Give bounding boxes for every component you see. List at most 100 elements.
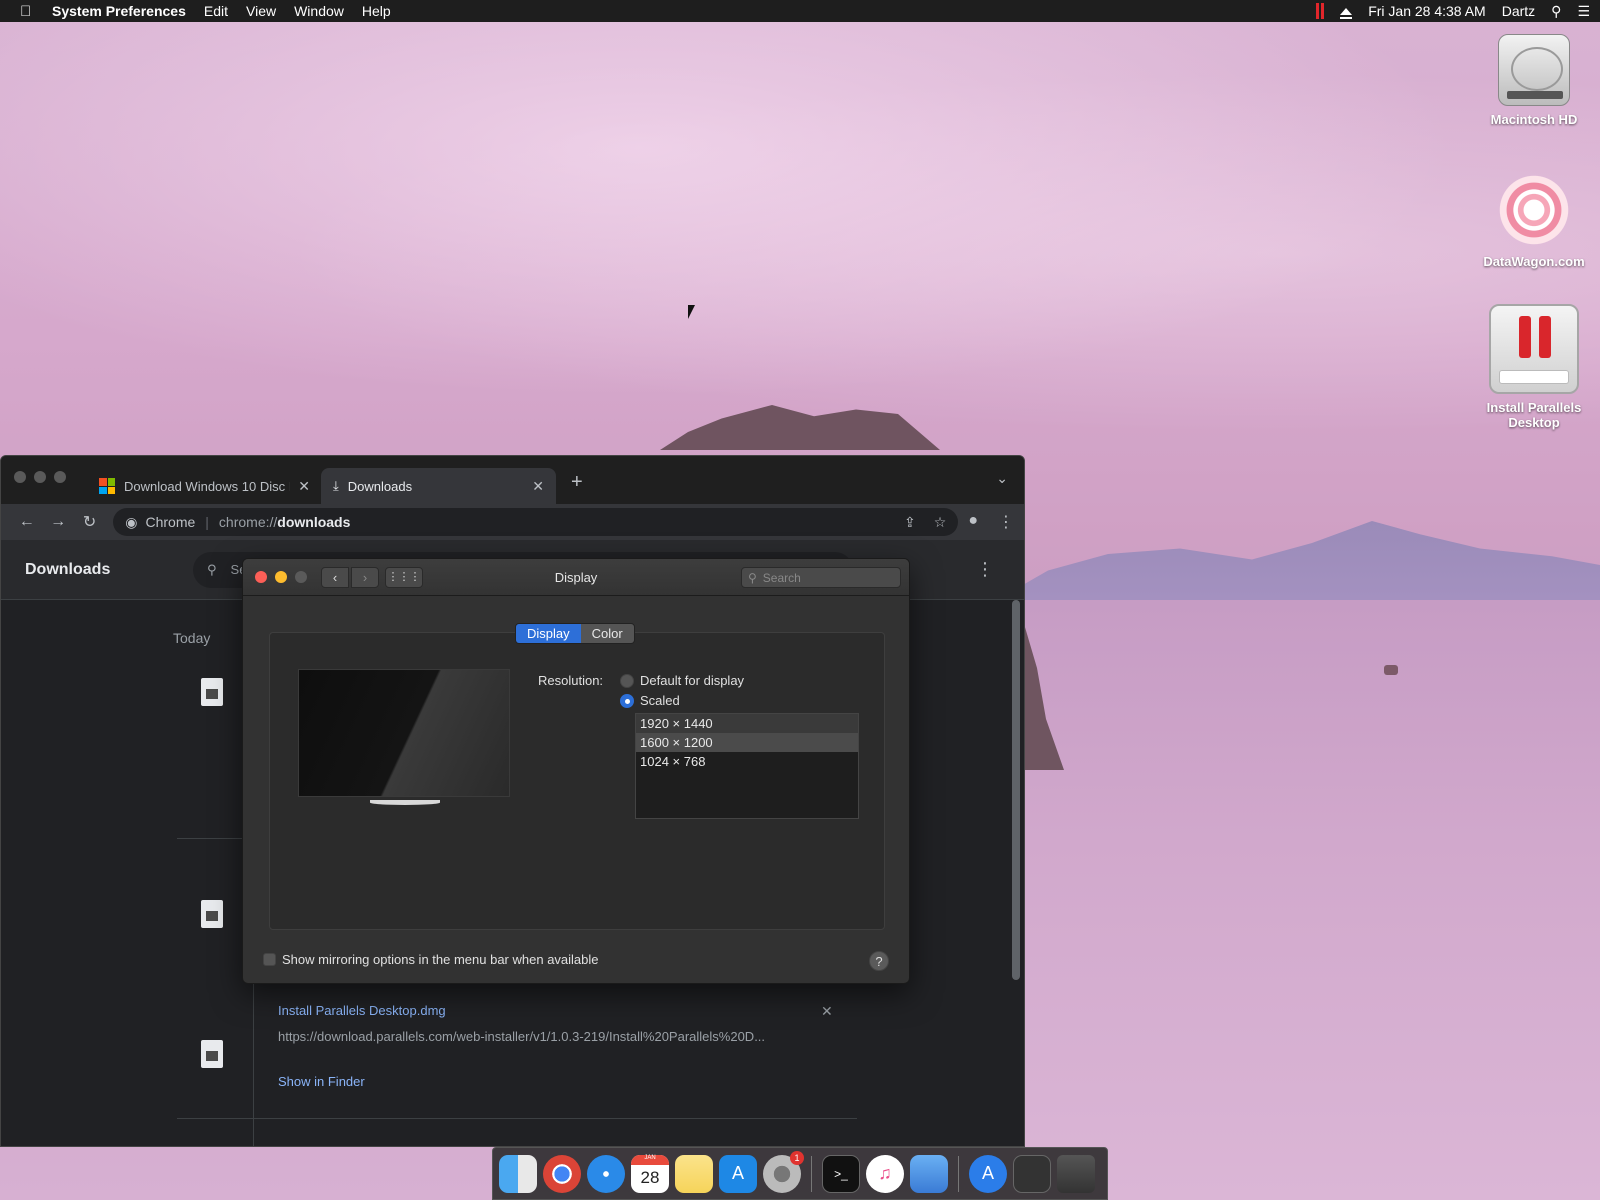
menu-view[interactable]: View [246, 3, 276, 19]
radio-default-for-display[interactable]: Default for display [620, 673, 744, 688]
prefs-search-input[interactable]: ⚲ Search [741, 567, 901, 588]
radio-button[interactable] [620, 673, 634, 688]
back-arrow-icon[interactable]: ← [11, 513, 42, 531]
resolution-option[interactable]: 1024 × 768 [636, 752, 858, 771]
file-icon [201, 1040, 223, 1068]
share-icon[interactable]: ⇪ [904, 514, 916, 531]
chrome-menu-kebab-icon[interactable]: ⋮ [998, 512, 1014, 532]
forward-chevron-icon[interactable]: › [351, 567, 379, 588]
parallels-disk-icon [1489, 304, 1579, 394]
chrome-window-controls [14, 471, 66, 483]
chrome-icon[interactable] [543, 1154, 581, 1193]
desktop-icon-label: DataWagon.com [1483, 254, 1585, 269]
resolution-option[interactable]: 1600 × 1200 [636, 733, 858, 752]
remove-download-icon[interactable]: ✕ [821, 1003, 833, 1020]
menu-bar:  System Preferences Edit View Window He… [0, 0, 1600, 22]
prefs-window-controls [255, 571, 307, 583]
menu-clock[interactable]: Fri Jan 28 4:38 AM [1368, 3, 1486, 19]
menu-user[interactable]: Dartz [1502, 3, 1535, 19]
resolution-option[interactable]: 1920 × 1440 [636, 714, 858, 733]
desktop-boat [1384, 665, 1398, 675]
desktop-icon-install-parallels[interactable]: Install Parallels Desktop [1474, 304, 1594, 430]
eject-icon[interactable] [1340, 7, 1353, 19]
trash-icon[interactable] [1057, 1154, 1095, 1193]
menu-help[interactable]: Help [362, 3, 391, 19]
mirroring-checkbox[interactable] [263, 953, 276, 966]
apple-menu-icon[interactable]:  [20, 3, 36, 20]
tab-download-windows[interactable]: Download Windows 10 Disc Im ✕ [87, 468, 322, 504]
omnibox-separator: | [205, 514, 209, 530]
profile-avatar-icon[interactable]: ● [968, 512, 978, 532]
tab-downloads[interactable]: ⤓ Downloads ✕ [321, 468, 556, 504]
notes-icon[interactable] [675, 1154, 713, 1193]
downloads-more-icon[interactable]: ⋮ [976, 559, 994, 580]
calendar-icon[interactable]: JAN 28 [631, 1154, 669, 1193]
menu-window[interactable]: Window [294, 3, 344, 19]
tab-strip: Download Windows 10 Disc Im ✕ ⤓ Download… [1, 456, 1024, 504]
mirroring-option[interactable]: Show mirroring options in the menu bar w… [263, 952, 599, 967]
close-button[interactable] [14, 471, 26, 483]
minimize-button[interactable] [34, 471, 46, 483]
file-icon [201, 900, 223, 928]
parallels-app-icon[interactable] [910, 1154, 948, 1193]
notification-badge: 1 [790, 1150, 804, 1165]
desktop-icon-label: Macintosh HD [1490, 112, 1578, 127]
app-store-folder-icon[interactable]: A [969, 1154, 1007, 1193]
terminal-icon[interactable]: >_ [822, 1154, 860, 1193]
new-tab-button[interactable]: + [571, 471, 583, 494]
back-chevron-icon[interactable]: ‹ [321, 567, 349, 588]
mouse-pointer-icon [688, 305, 695, 319]
download-url: https://download.parallels.com/web-insta… [278, 1029, 766, 1044]
show-in-finder-link[interactable]: Show in Finder [278, 1074, 365, 1089]
prefs-nav: ‹ › [321, 567, 379, 588]
windows-logo-icon [99, 478, 115, 494]
hard-drive-icon [1498, 34, 1570, 106]
notification-center-icon[interactable]: ☰ [1577, 3, 1590, 20]
itunes-icon[interactable]: ♫ [866, 1154, 904, 1193]
omnibox-scheme: chrome:// [218, 514, 278, 530]
menu-app-name[interactable]: System Preferences [52, 3, 186, 19]
tab-close-icon[interactable]: ✕ [532, 478, 544, 495]
divider [177, 1118, 857, 1119]
reload-icon[interactable]: ↻ [74, 512, 105, 532]
safari-icon[interactable] [587, 1154, 625, 1193]
spotlight-search-icon[interactable]: ⚲ [1551, 3, 1561, 20]
tab-color[interactable]: Color [580, 624, 634, 643]
calendar-day: 28 [640, 1167, 660, 1187]
resolution-label: Resolution: [538, 673, 604, 688]
radio-button[interactable] [620, 693, 634, 708]
parallels-status-icon[interactable] [1316, 3, 1325, 19]
menu-edit[interactable]: Edit [204, 3, 228, 19]
desktop-sky [0, 22, 1600, 442]
show-all-grid-icon[interactable]: ⋮⋮⋮ [385, 567, 423, 588]
system-preferences-icon[interactable]: 1 [763, 1150, 804, 1193]
dock-separator [811, 1155, 812, 1192]
search-icon: ⚲ [748, 570, 757, 585]
tab-close-icon[interactable]: ✕ [298, 478, 310, 495]
forward-arrow-icon[interactable]: → [42, 513, 73, 531]
minimize-button[interactable] [275, 571, 287, 583]
bookmark-star-icon[interactable]: ☆ [934, 514, 947, 531]
omnibox-site-label: Chrome [145, 514, 196, 530]
file-icon [201, 678, 223, 706]
finder-icon[interactable] [499, 1154, 537, 1193]
help-button[interactable]: ? [869, 951, 889, 971]
desktop-icon-label: Install Parallels Desktop [1486, 400, 1582, 430]
radio-scaled[interactable]: Scaled [620, 693, 680, 708]
screenshot-thumbnail-icon[interactable] [1013, 1154, 1051, 1193]
app-store-icon[interactable]: A [719, 1154, 757, 1193]
tab-display[interactable]: Display [516, 624, 581, 643]
download-file-link[interactable]: Install Parallels Desktop.dmg [278, 1003, 446, 1018]
desktop-icon-macintosh-hd[interactable]: Macintosh HD [1474, 34, 1594, 127]
zoom-button[interactable] [54, 471, 66, 483]
downloads-date-heading: Today [173, 630, 211, 646]
close-button[interactable] [255, 571, 267, 583]
display-preferences-window: ‹ › ⋮⋮⋮ Display ⚲ Search Resolution: Def… [242, 558, 910, 984]
radio-label: Default for display [640, 673, 745, 688]
address-bar[interactable]: ◉ Chrome | chrome:// downloads ⇪ ☆ [113, 508, 959, 536]
radio-label: Scaled [640, 693, 680, 708]
desktop-icon-datawagon[interactable]: DataWagon.com [1474, 170, 1594, 269]
tab-search-chevron-icon[interactable]: ⌄ [996, 470, 1008, 487]
chrome-site-icon: ◉ [125, 513, 138, 530]
scrollbar[interactable] [1012, 600, 1020, 980]
